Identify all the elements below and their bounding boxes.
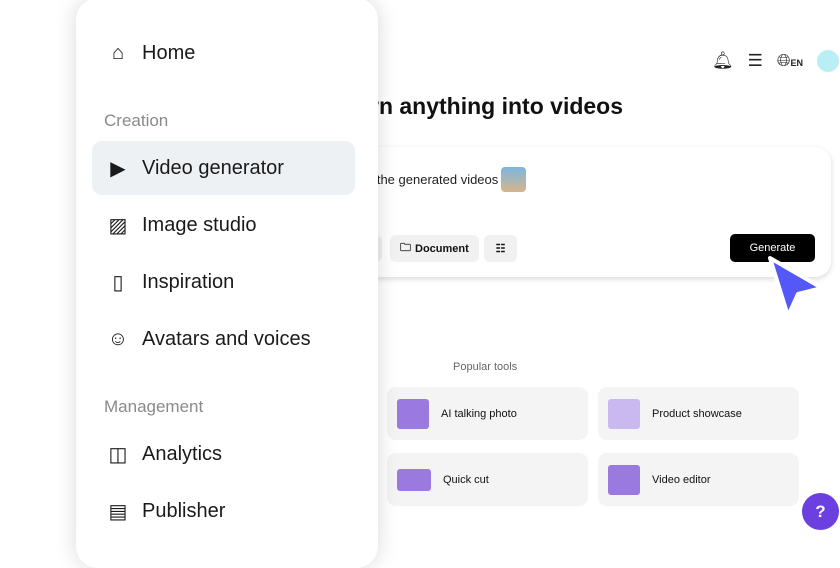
attached-image-thumbnail <box>501 167 527 192</box>
tool-product-showcase[interactable]: Product showcase <box>598 387 799 440</box>
tool-video-editor[interactable]: Video editor <box>598 453 799 506</box>
section-management: Management <box>104 397 204 416</box>
settings-button[interactable]: ☷ <box>484 235 517 262</box>
tool-ai-talking-photo[interactable]: AI talking photo <box>387 387 588 440</box>
calendar-icon: ▤ <box>108 500 128 523</box>
sidebar-item-analytics[interactable]: ◫ Analytics <box>92 427 355 481</box>
image-icon: ▨ <box>108 214 128 237</box>
talking-photo-icon <box>397 398 429 429</box>
language-button[interactable]: 🌐︎EN <box>777 51 803 71</box>
sidebar-item-video-generator[interactable]: ▶ Video generator <box>92 141 355 195</box>
product-showcase-icon <box>608 398 640 429</box>
folder-icon: 🗀 <box>400 242 411 254</box>
document-button[interactable]: 🗀 Document <box>390 235 479 262</box>
top-bar: 🔔︎ ☰ 🌐︎EN <box>712 50 839 72</box>
sidebar-item-home[interactable]: ⌂ Home <box>92 26 355 80</box>
avatar[interactable] <box>816 50 839 72</box>
inspiration-icon: ▯ <box>112 271 124 294</box>
sliders-icon: ☷ <box>495 243 506 255</box>
chart-icon: ◫ <box>108 443 128 466</box>
page-title: rn anything into videos <box>370 93 624 119</box>
bell-icon[interactable]: 🔔︎ <box>712 51 734 71</box>
home-icon: ⌂ <box>111 41 125 64</box>
sidebar-item-inspiration[interactable]: ▯ Inspiration <box>92 255 355 309</box>
credits-icon[interactable]: ☰ <box>748 51 763 71</box>
quick-cut-icon <box>397 468 431 491</box>
cursor-icon <box>768 256 824 318</box>
video-icon: ▶ <box>110 157 126 180</box>
section-creation: Creation <box>104 111 169 130</box>
sidebar-item-publisher[interactable]: ▤ Publisher <box>92 484 355 538</box>
sidebar-item-avatars-voices[interactable]: ☺ Avatars and voices <box>92 312 355 366</box>
sidebar-item-image-studio[interactable]: ▨ Image studio <box>92 198 355 252</box>
help-button[interactable]: ? <box>802 493 839 530</box>
sidebar: ⌂ Home Creation ▶ Video generator ▨ Image s… <box>76 0 378 568</box>
prompt-input[interactable]: n the generated videos <box>366 167 527 192</box>
question-icon: ? <box>815 501 826 521</box>
avatar-icon: ☺ <box>107 327 129 350</box>
tool-quick-cut[interactable]: Quick cut <box>387 453 588 506</box>
prompt-card: n the generated videos 🗀 Document ☷ Gener… <box>340 147 831 277</box>
popular-tools-heading: Popular tools <box>453 361 518 373</box>
video-editor-icon <box>608 464 640 495</box>
